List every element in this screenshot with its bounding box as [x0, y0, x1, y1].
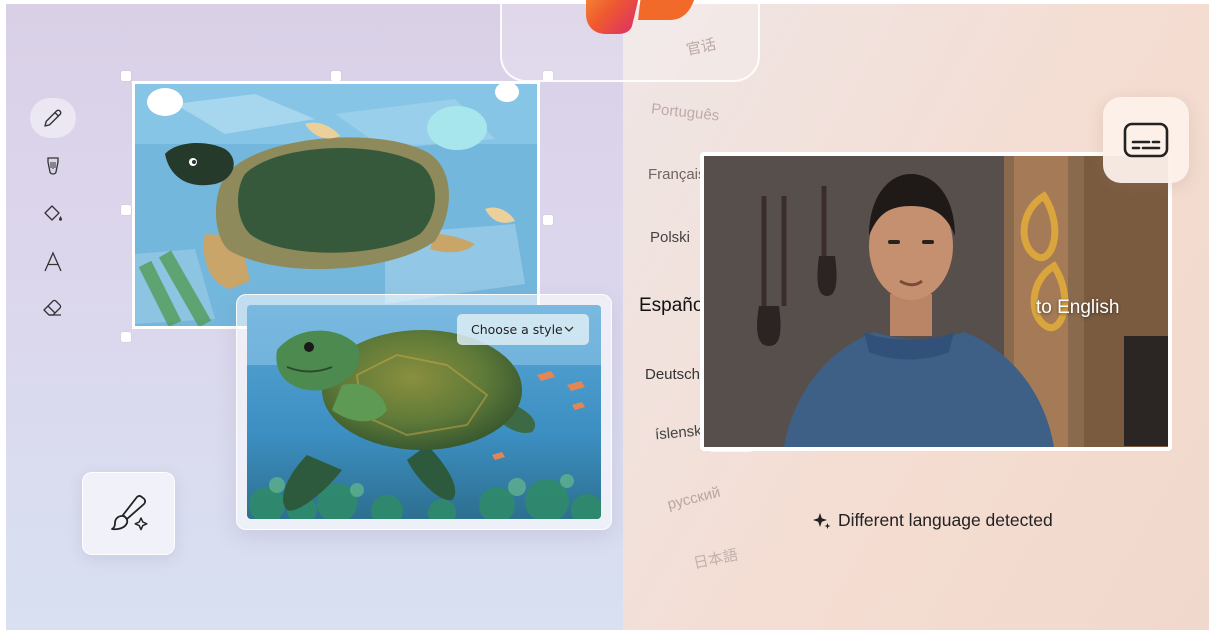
paintbrush-sparkle-icon	[110, 494, 148, 530]
sparkle-icon	[813, 512, 831, 529]
selection-handle[interactable]	[331, 71, 341, 81]
language-option[interactable]: Polski	[650, 229, 690, 246]
paint-bucket-icon	[44, 205, 62, 221]
translation-target-caption: to English	[1036, 297, 1120, 318]
language-detected-text: Different language detected	[838, 510, 1053, 530]
video-player[interactable]: to English	[700, 152, 1172, 451]
subtitles-icon	[1123, 122, 1169, 158]
drawing-toolbar	[30, 98, 78, 328]
turtle-sketch-canvas[interactable]	[132, 81, 540, 329]
text-tool-button[interactable]	[30, 242, 76, 282]
captions-button[interactable]	[1103, 97, 1189, 183]
pencil-tool-button[interactable]	[30, 98, 76, 138]
language-option-selected[interactable]: Español	[639, 295, 708, 317]
turtle-sketch-drawing	[135, 84, 537, 326]
chevron-down-icon	[564, 326, 574, 332]
brush-tip-icon	[47, 157, 59, 175]
eraser-tool-button[interactable]	[30, 288, 76, 328]
selection-handle[interactable]	[543, 215, 553, 225]
language-option[interactable]: Français	[648, 166, 706, 183]
text-icon	[44, 251, 62, 272]
fill-tool-button[interactable]	[30, 194, 76, 234]
eraser-icon	[43, 299, 62, 316]
selection-handle[interactable]	[121, 71, 131, 81]
choose-style-dropdown[interactable]: Choose a style	[457, 314, 589, 345]
pencil-icon	[44, 109, 62, 127]
ai-paintbrush-button[interactable]	[82, 472, 175, 555]
selection-handle[interactable]	[121, 332, 131, 342]
brush-tool-button[interactable]	[30, 146, 76, 186]
choose-style-label: Choose a style	[471, 322, 563, 337]
language-detected-notice: Different language detected	[812, 510, 1053, 531]
selection-handle[interactable]	[121, 205, 131, 215]
copilot-logo	[586, 0, 694, 34]
language-option[interactable]: Deutsch	[645, 366, 700, 383]
